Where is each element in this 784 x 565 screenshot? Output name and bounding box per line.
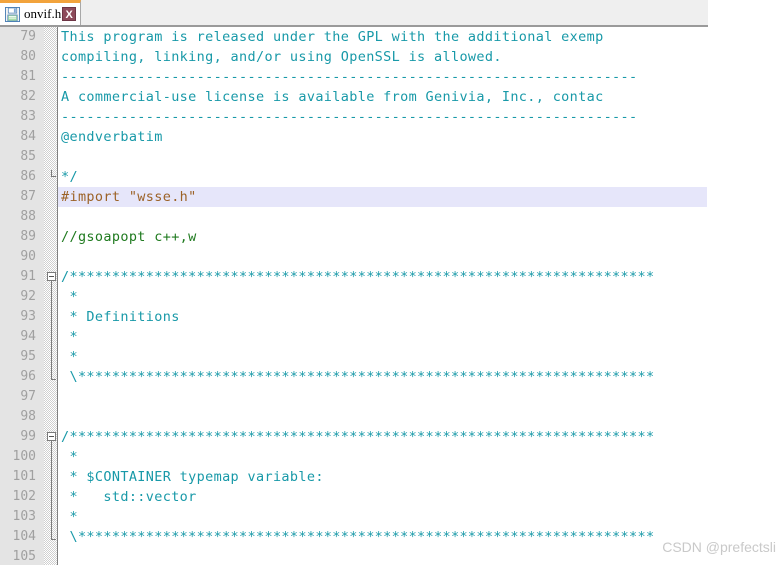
line-text: * <box>61 289 78 305</box>
line-text: ----------------------------------------… <box>61 69 638 85</box>
line-number: 80 <box>20 49 36 64</box>
floppy-disk-icon <box>5 6 20 22</box>
line-number: 83 <box>20 109 36 124</box>
editor-viewport[interactable]: 79 This program is released under the GPL… <box>0 27 784 565</box>
code-line[interactable]: 83 --------------------------------------… <box>0 107 784 127</box>
line-number: 88 <box>20 209 36 224</box>
line-text: * $CONTAINER typemap variable: <box>61 469 324 485</box>
code-line[interactable]: 86 */ <box>0 167 784 187</box>
code-line[interactable]: 93 * Definitions <box>0 307 784 327</box>
code-line[interactable]: 98 <box>0 407 784 427</box>
tab-bar: onvif.h X <box>0 0 708 27</box>
line-text: A commercial-use license is available fr… <box>61 89 604 105</box>
code-line[interactable]: 101 * $CONTAINER typemap variable: <box>0 467 784 487</box>
code-editor-window: onvif.h X 79 This program is released und… <box>0 0 784 565</box>
line-text: compiling, linking, and/or using OpenSSL… <box>61 49 502 65</box>
line-text: #import "wsse.h" <box>61 189 197 205</box>
line-number: 100 <box>12 449 36 464</box>
line-text: @endverbatim <box>61 129 163 145</box>
line-number: 94 <box>20 329 36 344</box>
line-text: * Definitions <box>61 309 180 325</box>
tab-label: onvif.h <box>24 6 62 21</box>
line-number: 101 <box>12 469 36 484</box>
code-line[interactable]: 92 * <box>0 287 784 307</box>
line-number: 84 <box>20 129 36 144</box>
code-line[interactable]: 102 * std::vector <box>0 487 784 507</box>
fold-range-end-marker <box>51 170 56 177</box>
line-number: 79 <box>20 29 36 44</box>
line-number: 102 <box>12 489 36 504</box>
line-number: 105 <box>12 549 36 564</box>
line-number: 81 <box>20 69 36 84</box>
fold-range-end-marker <box>51 379 56 380</box>
code-line[interactable]: 89 //gsoapopt c++,w <box>0 227 784 247</box>
tab-onvif-h[interactable]: onvif.h X <box>0 0 82 25</box>
line-number: 92 <box>20 289 36 304</box>
line-text: \***************************************… <box>61 529 655 545</box>
code-line[interactable]: 105 <box>0 547 784 565</box>
code-line[interactable]: 81 --------------------------------------… <box>0 67 784 87</box>
line-text: * <box>61 509 78 525</box>
line-number: 86 <box>20 169 36 184</box>
code-line[interactable]: 97 <box>0 387 784 407</box>
line-text: * std::vector <box>61 489 197 505</box>
code-line[interactable]: 79 This program is released under the GPL… <box>0 27 784 47</box>
code-line[interactable]: 94 * <box>0 327 784 347</box>
line-number: 91 <box>20 269 36 284</box>
fold-toggle-icon[interactable] <box>47 272 56 281</box>
line-number: 85 <box>20 149 36 164</box>
close-icon[interactable]: X <box>62 7 77 21</box>
code-line[interactable]: 91 /*************************************… <box>0 267 784 287</box>
fold-toggle-icon[interactable] <box>47 432 56 441</box>
line-number: 104 <box>12 529 36 544</box>
fold-range-line <box>51 281 52 379</box>
line-text: This program is released under the GPL w… <box>61 29 604 45</box>
line-text: \***************************************… <box>61 369 655 385</box>
line-text: /***************************************… <box>61 429 655 445</box>
line-text: */ <box>61 169 78 185</box>
line-number: 95 <box>20 349 36 364</box>
fold-range-end-marker <box>51 539 56 540</box>
code-line[interactable]: 96 \************************************… <box>0 367 784 387</box>
code-line[interactable]: 85 <box>0 147 784 167</box>
line-number: 87 <box>20 189 36 204</box>
code-line[interactable]: 100 * <box>0 447 784 467</box>
line-number: 96 <box>20 369 36 384</box>
line-number: 99 <box>20 429 36 444</box>
line-number: 98 <box>20 409 36 424</box>
line-text: /***************************************… <box>61 269 655 285</box>
line-text: * <box>61 329 78 345</box>
line-text: //gsoapopt c++,w <box>61 229 197 245</box>
line-text: * <box>61 349 78 365</box>
line-number: 90 <box>20 249 36 264</box>
line-number: 82 <box>20 89 36 104</box>
line-number: 97 <box>20 389 36 404</box>
code-line[interactable]: 95 * <box>0 347 784 367</box>
code-text-area[interactable]: 79 This program is released under the GPL… <box>0 27 784 565</box>
line-number: 89 <box>20 229 36 244</box>
code-line[interactable]: 84 @endverbatim <box>0 127 784 147</box>
code-line[interactable]: 99 /*************************************… <box>0 427 784 447</box>
line-number: 93 <box>20 309 36 324</box>
line-text: * <box>61 449 78 465</box>
code-line[interactable]: 87 #import "wsse.h" <box>0 187 784 207</box>
code-line[interactable]: 104 \***********************************… <box>0 527 784 547</box>
fold-range-line <box>51 441 52 539</box>
line-number: 103 <box>12 509 36 524</box>
code-line[interactable]: 82 A commercial-use license is available … <box>0 87 784 107</box>
code-line[interactable]: 80 compiling, linking, and/or using OpenS… <box>0 47 784 67</box>
code-line[interactable]: 88 <box>0 207 784 227</box>
code-line[interactable]: 90 <box>0 247 784 267</box>
code-line[interactable]: 103 * <box>0 507 784 527</box>
line-text: ----------------------------------------… <box>61 109 638 125</box>
